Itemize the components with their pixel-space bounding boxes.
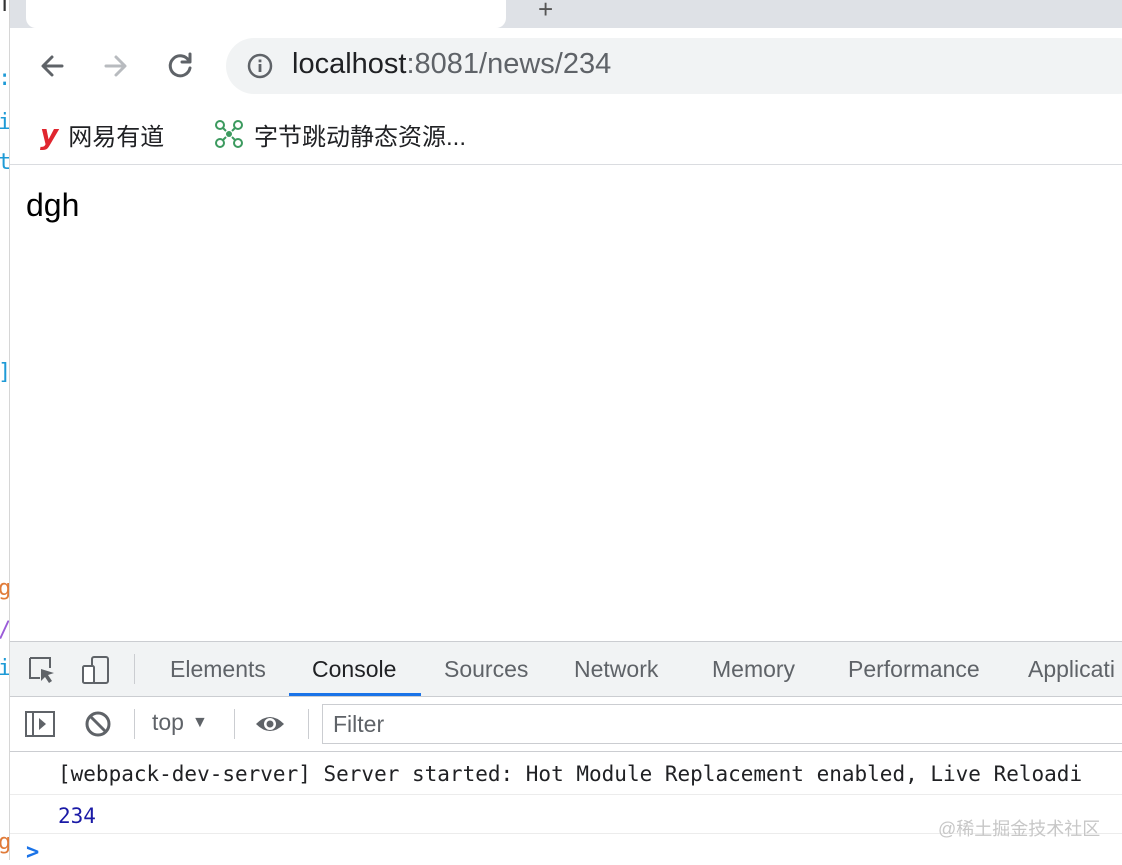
inspect-element-icon[interactable] xyxy=(26,654,58,686)
code-editor-sliver: T : i t ] g / i g xyxy=(0,0,10,860)
browser-window: init ✕ + xyxy=(10,0,1122,865)
reload-button[interactable] xyxy=(160,46,200,86)
watermark: @稀土掘金技术社区 xyxy=(938,819,1101,839)
toolbar-divider xyxy=(134,709,135,739)
active-tab-indicator xyxy=(289,693,421,696)
arrow-left-icon xyxy=(41,55,64,77)
console-output: [webpack-dev-server] Server started: Hot… xyxy=(10,752,1122,865)
bookmark-youdao[interactable]: y 网易有道 xyxy=(40,114,164,154)
bookmark-label: 网易有道 xyxy=(68,123,165,151)
youdao-icon: y xyxy=(40,117,59,151)
console-prompt-icon[interactable]: > xyxy=(26,840,39,865)
device-toolbar-icon[interactable] xyxy=(80,654,112,686)
bookmark-label: 字节跳动静态资源... xyxy=(254,123,467,151)
reload-icon xyxy=(168,52,192,78)
devtools-tab-bar: Elements Console Sources Network Memory … xyxy=(10,642,1122,697)
back-button[interactable] xyxy=(32,46,72,86)
close-tab-icon[interactable]: ✕ xyxy=(476,0,494,6)
toolbar-divider xyxy=(134,654,135,684)
molecule-icon xyxy=(215,120,243,148)
tab-strip: init ✕ + xyxy=(10,0,1122,28)
tab-application[interactable]: Applicati xyxy=(1028,656,1115,683)
eye-icon[interactable] xyxy=(254,708,286,740)
toolbar-divider xyxy=(308,709,309,739)
bookmark-bytedance[interactable]: 字节跳动静态资源... xyxy=(214,114,466,154)
url-host: localhost xyxy=(292,48,407,80)
browser-tab[interactable]: init ✕ xyxy=(26,0,506,28)
url-text[interactable]: localhost:8081/news/234 xyxy=(292,48,611,81)
arrow-right-icon xyxy=(104,55,127,77)
address-bar[interactable]: localhost:8081/news/234 xyxy=(226,38,1122,94)
info-icon[interactable] xyxy=(246,52,274,80)
console-toolbar: top ▼ xyxy=(10,697,1122,752)
tab-network[interactable]: Network xyxy=(574,656,658,683)
tab-memory[interactable]: Memory xyxy=(712,656,795,683)
message-divider xyxy=(10,794,1122,795)
page-viewport: dgh xyxy=(10,165,1122,640)
toolbar-divider xyxy=(234,709,235,739)
console-message: 234 xyxy=(58,804,96,828)
forward-button[interactable] xyxy=(96,46,136,86)
url-path: :8081/news/234 xyxy=(406,48,612,80)
tab-title: init xyxy=(112,0,138,5)
tab-performance[interactable]: Performance xyxy=(848,656,980,683)
tab-console[interactable]: Console xyxy=(312,656,396,683)
filter-input[interactable] xyxy=(322,704,1122,744)
tab-sources[interactable]: Sources xyxy=(444,656,528,683)
browser-toolbar: localhost:8081/news/234 xyxy=(10,28,1122,104)
bookmarks-bar: y 网易有道 字节跳动静态资源... xyxy=(10,104,1122,165)
context-value: top xyxy=(152,709,184,735)
clear-console-icon[interactable] xyxy=(82,708,114,740)
caret-down-icon: ▼ xyxy=(191,714,208,731)
context-selector[interactable]: top ▼ xyxy=(152,709,208,736)
console-message: [webpack-dev-server] Server started: Hot… xyxy=(58,762,1083,786)
sidebar-toggle-icon[interactable] xyxy=(24,708,56,740)
new-tab-button[interactable]: + xyxy=(538,0,553,25)
tab-elements[interactable]: Elements xyxy=(170,656,266,683)
page-content: dgh xyxy=(26,187,80,223)
